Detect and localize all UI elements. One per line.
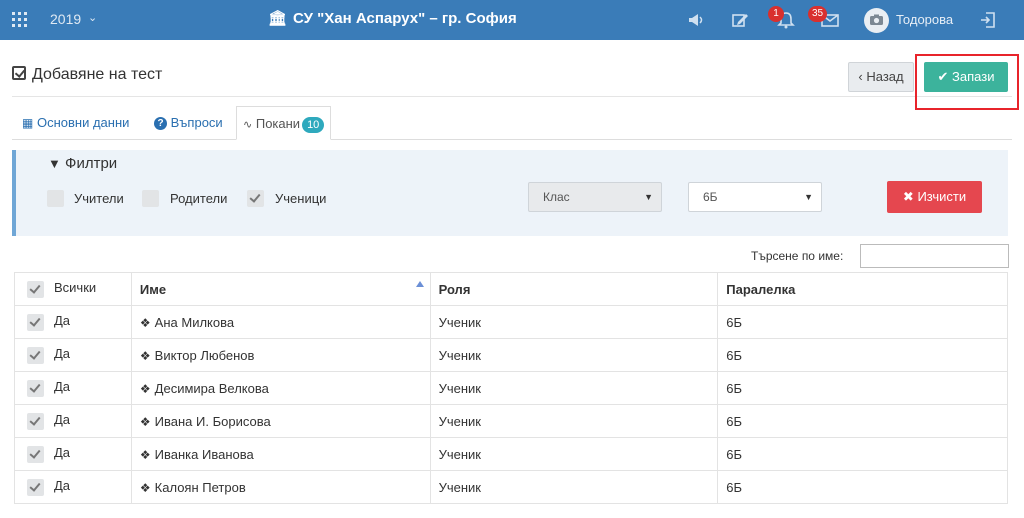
messages-badge: 35 [808, 6, 828, 22]
table-header-row: Всички Име Роля Паралелка [14, 272, 1008, 306]
person-icon: ❖ [139, 480, 151, 495]
select-all-checkbox[interactable] [27, 280, 44, 298]
recipients-table: Всички Име Роля Паралелка Да ❖ Ана Милков… [14, 272, 1008, 504]
question-circle-icon: ? [154, 117, 167, 130]
grid-icon: ▦ [22, 116, 34, 130]
caret-down-icon: ▼ [804, 192, 813, 202]
table-row[interactable]: Да ❖ Виктор Любенов Ученик 6Б [14, 338, 1008, 372]
camera-icon [870, 14, 883, 25]
year-selector[interactable]: 2019 [50, 11, 81, 27]
sort-asc-icon [415, 281, 424, 287]
grid-icon[interactable] [12, 12, 28, 28]
chevron-down-icon[interactable]: ⌄ [88, 11, 97, 24]
person-icon: ❖ [139, 381, 151, 396]
parents-checkbox[interactable] [142, 190, 159, 207]
filters-title: ▼ Филтри [48, 155, 118, 172]
column-header-all[interactable]: Всички [14, 272, 132, 306]
row-checkbox[interactable] [27, 379, 44, 397]
invitations-count-badge: 10 [302, 117, 325, 133]
column-header-division[interactable]: Паралелка [717, 272, 1008, 306]
school-title: 🏛 СУ "Хан Аспарух" – гр. София [268, 10, 517, 27]
back-button[interactable]: ‹ Назад [848, 62, 914, 92]
table-row[interactable]: Да ❖ Ивана И. Борисова Ученик 6Б [14, 404, 1008, 438]
row-checkbox[interactable] [27, 478, 44, 496]
caret-down-icon: ▼ [644, 192, 653, 202]
avatar[interactable] [864, 8, 889, 33]
edit-icon[interactable] [730, 10, 750, 30]
filter-icon: ▼ [48, 156, 61, 171]
logout-icon[interactable] [978, 10, 998, 30]
row-checkbox[interactable] [27, 445, 44, 463]
close-icon: ✖ [902, 189, 914, 204]
save-button-highlight [915, 54, 1019, 110]
table-row[interactable]: Да ❖ Иванка Иванова Ученик 6Б [14, 437, 1008, 471]
rss-icon: ∿ [243, 119, 253, 131]
bank-icon: 🏛 [268, 10, 288, 27]
row-checkbox[interactable] [27, 313, 44, 331]
top-navbar: 2019 ⌄ 🏛 СУ "Хан Аспарух" – гр. София 1 3… [0, 0, 1024, 40]
person-icon: ❖ [139, 414, 151, 429]
row-checkbox[interactable] [27, 346, 44, 364]
check-square-icon [12, 66, 26, 80]
division-select[interactable]: 6Б ▼ [688, 182, 822, 212]
teachers-checkbox[interactable] [47, 190, 64, 207]
column-header-role[interactable]: Роля [429, 272, 719, 306]
chevron-left-icon: ‹ [858, 69, 863, 84]
person-icon: ❖ [139, 447, 151, 462]
table-row[interactable]: Да ❖ Калоян Петров Ученик 6Б [14, 470, 1008, 504]
tab-basic-data[interactable]: ▦ Основни данни [22, 106, 129, 140]
teachers-label: Учители [74, 191, 124, 206]
megaphone-icon[interactable] [686, 10, 706, 30]
person-icon: ❖ [139, 348, 151, 363]
clear-button[interactable]: ✖ Изчисти [887, 181, 982, 213]
students-checkbox[interactable] [247, 190, 264, 207]
page-title: Добавяне на тест [12, 66, 162, 84]
divider [12, 96, 1012, 97]
tab-bar: ▦ Основни данни ? Въпроси ∿ Покани 10 [12, 106, 1012, 140]
tab-questions[interactable]: ? Въпроси [154, 106, 223, 140]
filters-panel: ▼ Филтри [12, 150, 1008, 236]
search-input[interactable] [860, 244, 1009, 268]
parents-label: Родители [170, 191, 228, 206]
row-checkbox[interactable] [27, 412, 44, 430]
tab-invitations[interactable]: ∿ Покани 10 [236, 106, 332, 140]
column-header-name[interactable]: Име [130, 272, 431, 306]
search-label: Търсене по име: [751, 249, 844, 263]
person-icon: ❖ [139, 315, 151, 330]
notifications-badge: 1 [768, 6, 784, 22]
class-select[interactable]: Клас ▼ [528, 182, 662, 212]
students-label: Ученици [275, 191, 327, 206]
table-row[interactable]: Да ❖ Десимира Велкова Ученик 6Б [14, 371, 1008, 405]
table-row[interactable]: Да ❖ Ана Милкова Ученик 6Б [14, 305, 1008, 339]
username[interactable]: Тодорова [896, 12, 953, 27]
